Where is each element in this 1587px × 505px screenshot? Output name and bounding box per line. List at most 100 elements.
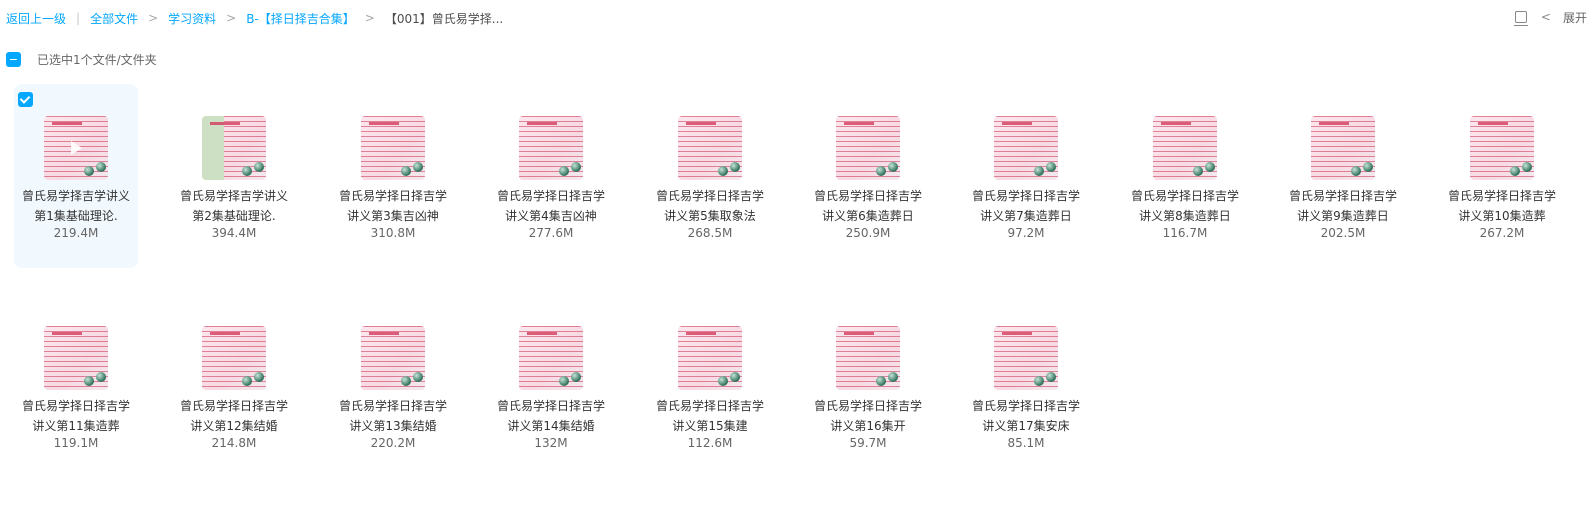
file-size: 219.4M [53, 226, 99, 240]
video-thumbnail [202, 326, 266, 390]
thumbnail-decoration [730, 372, 740, 382]
file-size: 97.2M [1007, 226, 1045, 240]
file-name[interactable]: 曾氏易学择日择吉学讲义第9集造葬日 [1287, 186, 1399, 226]
video-thumbnail [202, 116, 266, 180]
thumbnail-decoration [1034, 376, 1044, 386]
file-size: 214.8M [211, 436, 257, 450]
file-size: 310.8M [370, 226, 416, 240]
file-name[interactable]: 曾氏易学择日择吉学讲义第3集吉凶神 [337, 186, 449, 226]
thumbnail-decoration [96, 162, 106, 172]
file-name[interactable]: 曾氏易学择吉学讲义第2集基础理论. [178, 186, 290, 226]
thumbnail-decoration [718, 166, 728, 176]
file-item[interactable]: 曾氏易学择日择吉学讲义第15集建 112.6M [648, 294, 772, 478]
file-item[interactable]: 曾氏易学择日择吉学讲义第11集造葬 119.1M [14, 294, 138, 478]
file-item[interactable]: 曾氏易学择日择吉学讲义第7集造葬日 97.2M [964, 84, 1088, 268]
video-thumbnail [836, 116, 900, 180]
video-thumbnail [361, 116, 425, 180]
file-name[interactable]: 曾氏易学择日择吉学讲义第4集吉凶神 [495, 186, 607, 226]
thumbnail-decoration [888, 162, 898, 172]
file-item[interactable]: 曾氏易学择日择吉学讲义第8集造葬日 116.7M [1123, 84, 1247, 268]
file-item[interactable]: 曾氏易学择日择吉学讲义第10集造葬 267.2M [1440, 84, 1564, 268]
file-item[interactable]: 曾氏易学择日择吉学讲义第17集安床 85.1M [964, 294, 1088, 478]
file-size: 85.1M [1007, 436, 1045, 450]
thumbnail-decoration [254, 162, 264, 172]
file-size: 59.7M [849, 436, 887, 450]
thumbnail-decoration [84, 166, 94, 176]
video-thumbnail [994, 116, 1058, 180]
file-name[interactable]: 曾氏易学择日择吉学讲义第14集结婚 [495, 396, 607, 436]
file-size: 116.7M [1162, 226, 1208, 240]
file-item[interactable]: 曾氏易学择日择吉学讲义第13集结婚 220.2M [331, 294, 455, 478]
thumbnail-decoration [1510, 166, 1520, 176]
file-name[interactable]: 曾氏易学择日择吉学讲义第5集取象法 [654, 186, 766, 226]
thumbnail-decoration [718, 376, 728, 386]
file-name[interactable]: 曾氏易学择日择吉学讲义第16集开 [812, 396, 924, 436]
file-item[interactable]: 曾氏易学择日择吉学讲义第16集开 59.7M [806, 294, 930, 478]
file-name[interactable]: 曾氏易学择日择吉学讲义第12集结婚 [178, 396, 290, 436]
file-name[interactable]: 曾氏易学择日择吉学讲义第8集造葬日 [1129, 186, 1241, 226]
thumbnail-decoration [1522, 162, 1532, 172]
file-item[interactable]: 曾氏易学择日择吉学讲义第6集造葬日 250.9M [806, 84, 930, 268]
video-thumbnail [44, 326, 108, 390]
video-thumbnail [44, 116, 108, 180]
video-thumbnail [519, 116, 583, 180]
thumbnail-decoration [571, 162, 581, 172]
thumbnail-decoration [876, 166, 886, 176]
file-item[interactable]: 曾氏易学择日择吉学讲义第12集结婚 214.8M [172, 294, 296, 478]
thumbnail-decoration [1363, 162, 1373, 172]
file-size: 250.9M [845, 226, 891, 240]
video-thumbnail [1470, 116, 1534, 180]
file-item[interactable]: 曾氏易学择日择吉学讲义第4集吉凶神 277.6M [489, 84, 613, 268]
thumbnail-decoration [1205, 162, 1215, 172]
file-item[interactable]: 曾氏易学择日择吉学讲义第14集结婚 132M [489, 294, 613, 478]
thumbnail-decoration [242, 376, 252, 386]
file-item[interactable]: 曾氏易学择吉学讲义第2集基础理论. 394.4M [172, 84, 296, 268]
file-item[interactable]: 曾氏易学择日择吉学讲义第9集造葬日 202.5M [1281, 84, 1405, 268]
video-thumbnail [836, 326, 900, 390]
thumbnail-decoration [401, 166, 411, 176]
thumbnail-decoration [401, 376, 411, 386]
video-thumbnail [1311, 116, 1375, 180]
thumbnail-decoration [888, 372, 898, 382]
thumbnail-decoration [571, 372, 581, 382]
file-grid: 曾氏易学择吉学讲义第1集基础理论. 219.4M 曾氏易学择吉学讲义第2集基础理论.… [0, 0, 1587, 505]
file-name[interactable]: 曾氏易学择日择吉学讲义第6集造葬日 [812, 186, 924, 226]
video-thumbnail [678, 116, 742, 180]
thumbnail-decoration [413, 372, 423, 382]
thumbnail-decoration [96, 372, 106, 382]
thumbnail-decoration [254, 372, 264, 382]
thumbnail-decoration [1046, 162, 1056, 172]
file-name[interactable]: 曾氏易学择日择吉学讲义第15集建 [654, 396, 766, 436]
file-size: 394.4M [211, 226, 257, 240]
file-size: 132M [534, 436, 568, 450]
thumbnail-decoration [1034, 166, 1044, 176]
file-item[interactable]: 曾氏易学择日择吉学讲义第3集吉凶神 310.8M [331, 84, 455, 268]
thumbnail-decoration [559, 376, 569, 386]
play-icon[interactable] [71, 141, 82, 155]
video-thumbnail [361, 326, 425, 390]
file-size: 119.1M [53, 436, 99, 450]
file-name[interactable]: 曾氏易学择吉学讲义第1集基础理论. [20, 186, 132, 226]
thumbnail-decoration [1193, 166, 1203, 176]
video-thumbnail [1153, 116, 1217, 180]
thumbnail-decoration [730, 162, 740, 172]
file-size: 220.2M [370, 436, 416, 450]
file-size: 112.6M [687, 436, 733, 450]
file-name[interactable]: 曾氏易学择日择吉学讲义第13集结婚 [337, 396, 449, 436]
thumbnail-decoration [242, 166, 252, 176]
thumbnail-decoration [84, 376, 94, 386]
file-name[interactable]: 曾氏易学择日择吉学讲义第10集造葬 [1446, 186, 1558, 226]
checkbox-checked-icon[interactable] [18, 92, 33, 107]
file-item[interactable]: 曾氏易学择吉学讲义第1集基础理论. 219.4M [14, 84, 138, 268]
file-item[interactable]: 曾氏易学择日择吉学讲义第5集取象法 268.5M [648, 84, 772, 268]
file-name[interactable]: 曾氏易学择日择吉学讲义第11集造葬 [20, 396, 132, 436]
thumbnail-decoration [876, 376, 886, 386]
file-size: 202.5M [1320, 226, 1366, 240]
file-name[interactable]: 曾氏易学择日择吉学讲义第17集安床 [970, 396, 1082, 436]
file-size: 277.6M [528, 226, 574, 240]
thumbnail-decoration [413, 162, 423, 172]
thumbnail-decoration [1351, 166, 1361, 176]
video-thumbnail [994, 326, 1058, 390]
thumbnail-decoration [1046, 372, 1056, 382]
file-name[interactable]: 曾氏易学择日择吉学讲义第7集造葬日 [970, 186, 1082, 226]
